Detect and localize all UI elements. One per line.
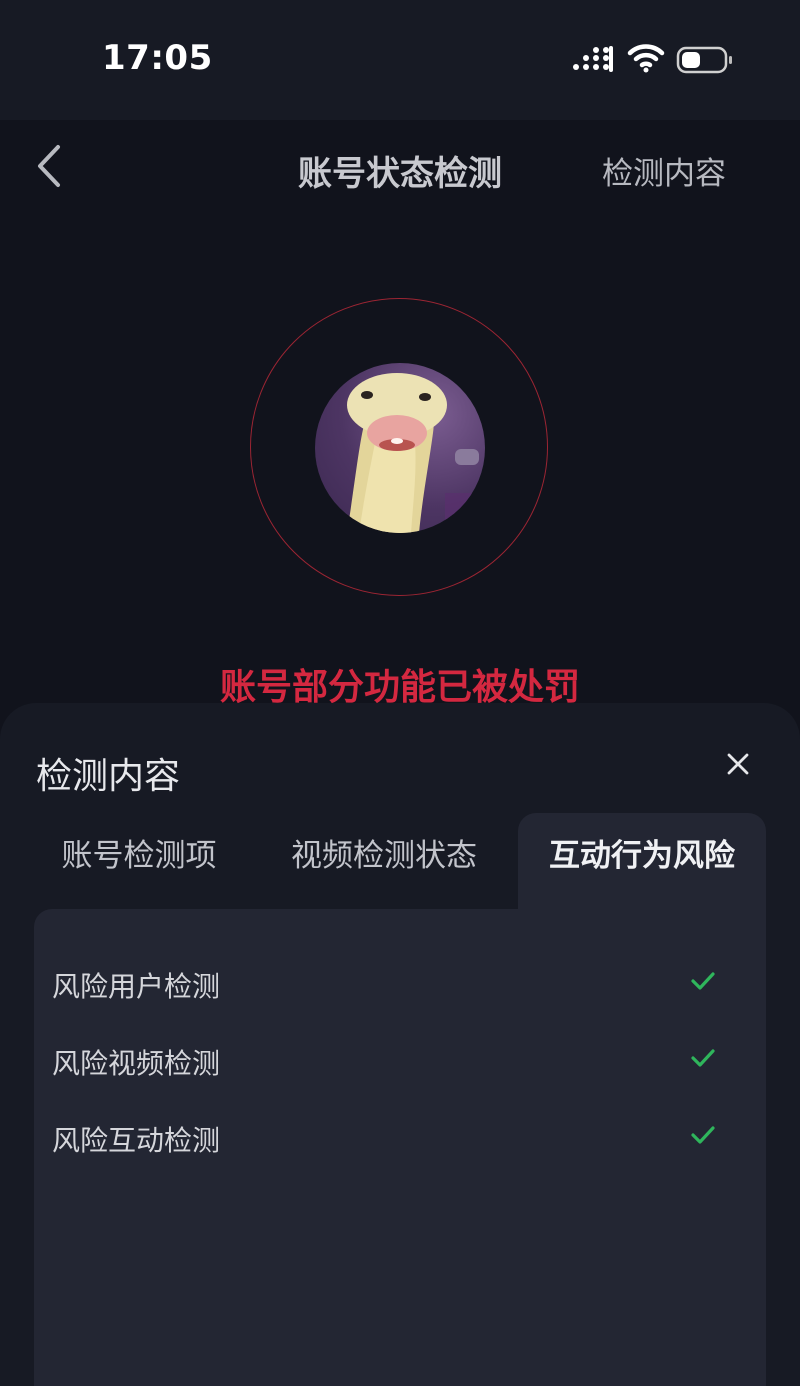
status-bar: 17:05 <box>0 0 800 120</box>
close-icon[interactable] <box>726 752 750 780</box>
tab-panel: 风险用户检测 风险视频检测 风险互动检测 <box>34 909 766 1386</box>
check-icon <box>690 971 716 995</box>
check-icon <box>690 1125 716 1149</box>
list-item: 风险互动检测 <box>34 1109 766 1169</box>
signal-icon <box>572 46 614 76</box>
navigation-bar: 账号状态检测 检测内容 <box>0 120 800 216</box>
check-item-label: 风险用户检测 <box>52 970 221 1003</box>
tab-account-check[interactable]: 账号检测项 <box>34 813 244 909</box>
avatar <box>315 363 485 533</box>
detection-sheet: 检测内容 账号检测项 视频检测状态 互动行为风险 风险用户检测 风险视频检测 风… <box>0 703 800 1386</box>
wifi-icon <box>627 43 665 77</box>
status-time: 17:05 <box>102 38 213 78</box>
check-icon <box>690 1048 716 1072</box>
detection-content-link[interactable]: 检测内容 <box>602 148 726 193</box>
screen: 17:05 账号状态检测 检测内容 账号部分功能已被处罚 检测内容 账号检测项 … <box>0 0 800 1386</box>
battery-icon <box>676 45 734 79</box>
check-item-label: 风险视频检测 <box>52 1047 221 1080</box>
tab-interaction-risk[interactable]: 互动行为风险 <box>518 813 766 913</box>
tab-video-check[interactable]: 视频检测状态 <box>264 813 504 909</box>
sheet-title: 检测内容 <box>36 756 181 797</box>
list-item: 风险用户检测 <box>34 955 766 1015</box>
check-item-label: 风险互动检测 <box>52 1124 221 1157</box>
list-item: 风险视频检测 <box>34 1032 766 1092</box>
